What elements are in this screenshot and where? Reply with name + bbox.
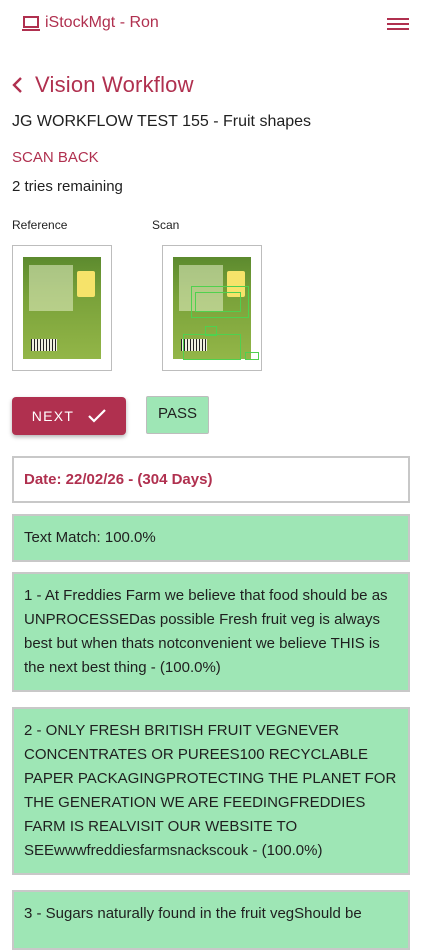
next-button[interactable]: NEXT [12, 397, 126, 435]
pass-button[interactable]: PASS [146, 396, 209, 434]
match-item-text: 2 - ONLY FRESH BRITISH FRUIT VEGNEVER CO… [24, 722, 397, 859]
workflow-name: JG WORKFLOW TEST 155 - Fruit shapes [12, 113, 312, 130]
text-match-box [195, 292, 241, 312]
next-button-label: NEXT [31, 408, 75, 424]
hamburger-menu-icon[interactable] [387, 15, 409, 33]
check-icon [88, 409, 107, 423]
tries-remaining: 2 tries remaining [12, 178, 123, 195]
match-item-card: 1 - At Freddies Farm we believe that foo… [12, 572, 410, 692]
match-item-card: 2 - ONLY FRESH BRITISH FRUIT VEGNEVER CO… [12, 707, 410, 875]
app-title: iStockMgt - Ron [45, 14, 159, 31]
match-item-text: 3 - Sugars naturally found in the fruit … [24, 905, 362, 922]
text-match-box [245, 352, 259, 360]
reference-image[interactable] [12, 245, 112, 371]
app-bar: iStockMgt - Ron [0, 0, 421, 48]
match-item-card: 3 - Sugars naturally found in the fruit … [12, 890, 410, 950]
text-match-summary: Text Match: 100.0% [24, 529, 156, 546]
scan-image[interactable] [162, 245, 262, 371]
scan-label: Scan [152, 218, 180, 232]
page-title: Vision Workflow [35, 72, 194, 97]
page-header: Vision Workflow [10, 70, 194, 100]
chevron-left-icon[interactable] [10, 75, 26, 95]
laptop-icon [22, 16, 40, 31]
expiry-date: Date: 22/02/26 - (304 Days) [24, 471, 213, 488]
text-match-card: Text Match: 100.0% [12, 514, 410, 562]
product-pack-photo [23, 257, 101, 359]
date-card: Date: 22/02/26 - (304 Days) [12, 456, 410, 503]
match-item-text: 1 - At Freddies Farm we believe that foo… [24, 587, 388, 676]
text-match-box [183, 334, 241, 360]
text-match-box [205, 326, 217, 336]
scan-back-link[interactable]: SCAN BACK [12, 149, 99, 166]
reference-label: Reference [12, 218, 68, 232]
